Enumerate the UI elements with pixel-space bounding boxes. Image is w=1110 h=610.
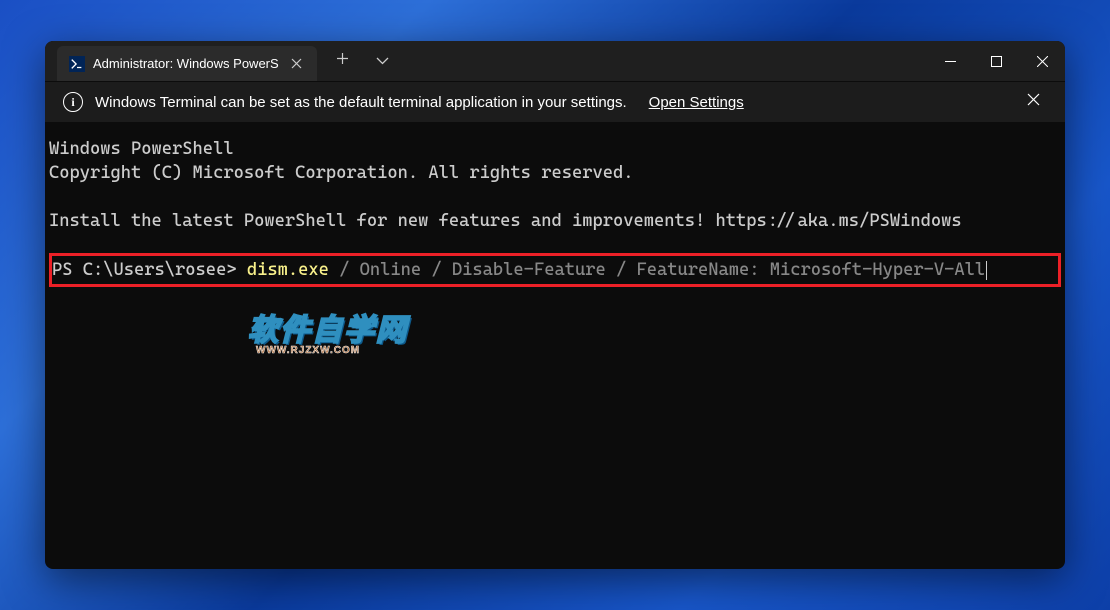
tab-title: Administrator: Windows PowerS: [93, 56, 279, 71]
notification-text: Windows Terminal can be set as the defau…: [95, 94, 627, 111]
prompt-line: PS C:\Users\rosee> dism.exe / Online / D…: [52, 258, 1058, 282]
notification-bar: i Windows Terminal can be set as the def…: [45, 81, 1065, 123]
output-line: Windows PowerShell: [49, 137, 1061, 161]
text-cursor: [986, 261, 987, 280]
tab-dropdown-button[interactable]: [369, 52, 397, 70]
titlebar: Administrator: Windows PowerS: [45, 41, 1065, 81]
output-line: Copyright (C) Microsoft Corporation. All…: [49, 161, 1061, 185]
minimize-button[interactable]: [927, 41, 973, 81]
active-tab[interactable]: Administrator: Windows PowerS: [57, 46, 317, 81]
command-args: / Online / Disable-Feature / FeatureName…: [329, 260, 985, 280]
notification-close-button[interactable]: [1019, 93, 1047, 111]
window-controls: [927, 41, 1065, 81]
terminal-output[interactable]: Windows PowerShell Copyright (C) Microso…: [45, 123, 1065, 569]
command-executable: dism.exe: [247, 260, 329, 280]
open-settings-link[interactable]: Open Settings: [649, 94, 744, 111]
info-icon: i: [63, 92, 83, 112]
output-line: [49, 185, 1061, 209]
powershell-icon: [69, 56, 85, 72]
close-button[interactable]: [1019, 41, 1065, 81]
output-line: Install the latest PowerShell for new fe…: [49, 209, 1061, 233]
terminal-window: Administrator: Windows PowerS: [45, 41, 1065, 569]
tab-close-button[interactable]: [287, 54, 307, 74]
command-highlight-box: PS C:\Users\rosee> dism.exe / Online / D…: [49, 253, 1061, 287]
maximize-button[interactable]: [973, 41, 1019, 81]
prompt-prefix: PS C:\Users\rosee>: [52, 260, 247, 280]
titlebar-actions: [329, 41, 397, 81]
new-tab-button[interactable]: [329, 52, 357, 70]
